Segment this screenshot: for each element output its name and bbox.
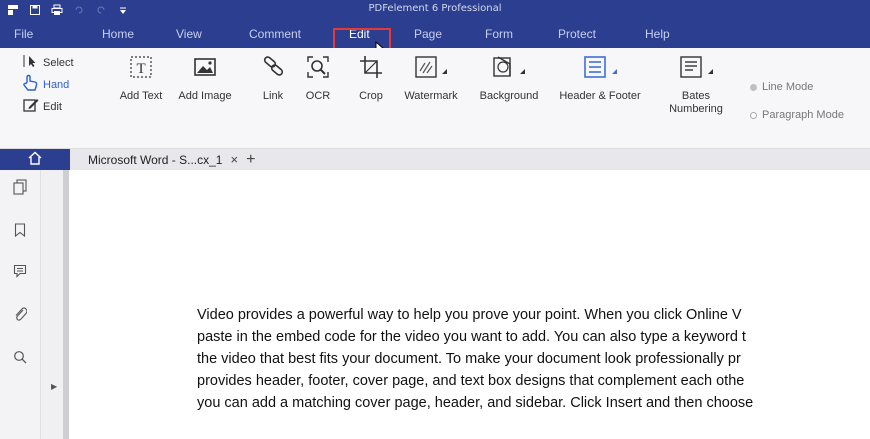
- hand-tool[interactable]: Hand: [22, 74, 69, 95]
- background-button[interactable]: Background: [476, 54, 542, 103]
- menu-protect[interactable]: Protect: [558, 27, 596, 41]
- comment-icon[interactable]: [12, 263, 28, 279]
- bates-numbering-button[interactable]: Bates Numbering: [662, 54, 730, 116]
- attachment-icon[interactable]: [12, 306, 28, 322]
- document-tab-title: Microsoft Word - S...cx_1: [88, 152, 223, 167]
- add-image-icon: [192, 54, 218, 84]
- ocr-icon: [305, 54, 331, 84]
- line-mode-label: Line Mode: [762, 81, 814, 93]
- menu-file[interactable]: File: [14, 27, 33, 41]
- paragraph-mode-label: Paragraph Mode: [762, 109, 844, 121]
- watermark-icon: [412, 54, 450, 84]
- edit-tool[interactable]: Edit: [22, 97, 62, 116]
- menu-form[interactable]: Form: [485, 27, 513, 41]
- bookmark-icon[interactable]: [12, 222, 28, 238]
- document-text-line: provides header, footer, cover page, and…: [197, 373, 745, 389]
- edit-tool-icon: [22, 97, 40, 116]
- document-page: Video provides a powerful way to help yo…: [69, 170, 870, 439]
- header-footer-icon: [579, 54, 621, 84]
- select-tool-label: Select: [43, 56, 74, 69]
- svg-text:T: T: [137, 61, 146, 77]
- header-footer-button[interactable]: Header & Footer: [553, 54, 647, 103]
- left-sidebar: [0, 170, 41, 439]
- background-label: Background: [479, 90, 539, 102]
- document-text-line: the video that best fits your document. …: [197, 351, 741, 367]
- menu-view[interactable]: View: [176, 27, 202, 41]
- edit-ribbon: Select Hand Edit T Add Text Add Image Li…: [0, 48, 870, 149]
- line-mode-option[interactable]: Line Mode: [750, 81, 813, 93]
- menu-bar: File Home View Comment Edit Page Form Pr…: [0, 22, 870, 48]
- thumbnails-icon[interactable]: [12, 179, 28, 195]
- watermark-button[interactable]: Watermark: [398, 54, 464, 103]
- home-icon: [28, 150, 42, 169]
- document-tab[interactable]: Microsoft Word - S...cx_1 × +: [70, 149, 298, 170]
- expand-panel-icon[interactable]: ▶: [51, 382, 57, 391]
- document-body-text: Video provides a powerful way to help yo…: [197, 304, 870, 414]
- hand-tool-label: Hand: [43, 78, 70, 91]
- close-tab-icon[interactable]: ×: [230, 152, 238, 167]
- new-tab-icon[interactable]: +: [246, 151, 255, 169]
- select-tool-icon: [22, 54, 40, 71]
- paragraph-mode-radio: [750, 111, 757, 119]
- document-text-line: you can add a matching cover page, heade…: [197, 395, 754, 411]
- add-text-button[interactable]: T Add Text: [113, 54, 169, 103]
- menu-page[interactable]: Page: [414, 27, 442, 41]
- document-text-line: paste in the embed code for the video yo…: [197, 329, 746, 345]
- add-text-icon: T: [128, 54, 154, 84]
- crop-button[interactable]: Crop: [355, 54, 387, 103]
- bates-numbering-icon: [675, 54, 717, 84]
- link-icon: [260, 54, 286, 84]
- document-tab-bar: Microsoft Word - S...cx_1 × +: [0, 149, 870, 170]
- crop-icon: [358, 54, 384, 84]
- background-icon: [490, 54, 528, 84]
- panel-collapse-gutter: ▶: [41, 170, 63, 439]
- crop-label: Crop: [359, 90, 383, 102]
- ocr-button[interactable]: OCR: [301, 54, 335, 103]
- menu-comment[interactable]: Comment: [249, 27, 301, 41]
- ocr-label: OCR: [305, 90, 331, 102]
- hand-tool-icon: [22, 74, 40, 95]
- search-icon[interactable]: [12, 349, 28, 365]
- home-tab[interactable]: [0, 149, 70, 170]
- select-tool[interactable]: Select: [22, 54, 74, 71]
- bates-numbering-label: Bates Numbering: [669, 90, 723, 115]
- link-label: Link: [262, 90, 284, 102]
- app-title: PDFelement 6 Professional: [368, 3, 502, 14]
- add-text-label: Add Text: [119, 90, 163, 102]
- document-text-line: Video provides a powerful way to help yo…: [197, 307, 742, 323]
- add-image-button[interactable]: Add Image: [173, 54, 237, 103]
- paragraph-mode-option[interactable]: Paragraph Mode: [750, 109, 844, 121]
- edit-tool-label: Edit: [43, 100, 62, 113]
- title-bar: PDFelement 6 Professional: [0, 0, 870, 22]
- link-button[interactable]: Link: [256, 54, 290, 103]
- header-footer-label: Header & Footer: [559, 90, 641, 102]
- add-image-label: Add Image: [178, 90, 232, 102]
- watermark-label: Watermark: [404, 90, 458, 102]
- line-mode-radio: [750, 83, 757, 91]
- menu-home[interactable]: Home: [102, 27, 134, 41]
- menu-help[interactable]: Help: [645, 27, 670, 41]
